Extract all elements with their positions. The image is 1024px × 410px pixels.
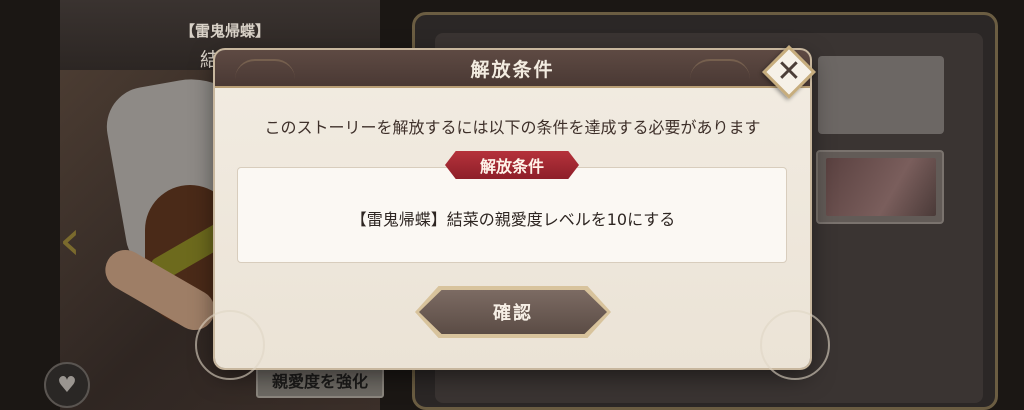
condition-box: 【雷鬼帰蝶】結菜の親愛度レベルを10にする [237, 167, 787, 263]
story-card[interactable] [816, 150, 944, 224]
character-title: 【雷鬼帰蝶】 [179, 22, 270, 40]
chevron-left-icon[interactable]: ‹ [48, 212, 92, 270]
story-thumbnail [826, 158, 936, 216]
heart-icon[interactable]: ♥ [44, 362, 90, 408]
dialog-header: 解放条件 [215, 50, 810, 88]
header-ornament [690, 59, 750, 79]
unlock-conditions-dialog: 解放条件 このストーリーを解放するには以下の条件を達成する必要があります 【雷鬼… [195, 50, 830, 380]
corner-ornament [760, 310, 830, 380]
condition-label-text: 解放条件 [479, 157, 544, 176]
condition-label-badge: 解放条件 [437, 151, 587, 179]
header-ornament [235, 59, 295, 79]
story-card[interactable] [818, 56, 944, 134]
corner-ornament [195, 310, 265, 380]
close-icon: ✕ [776, 54, 802, 89]
confirm-button-label: 確認 [493, 303, 533, 324]
confirm-button[interactable]: 確認 [415, 286, 611, 338]
dialog-message: このストーリーを解放するには以下の条件を達成する必要があります [264, 118, 761, 137]
close-button[interactable]: ✕ [762, 45, 816, 99]
condition-text: 【雷鬼帰蝶】結菜の親愛度レベルを10にする [350, 210, 676, 229]
dialog-title: 解放条件 [470, 58, 555, 81]
